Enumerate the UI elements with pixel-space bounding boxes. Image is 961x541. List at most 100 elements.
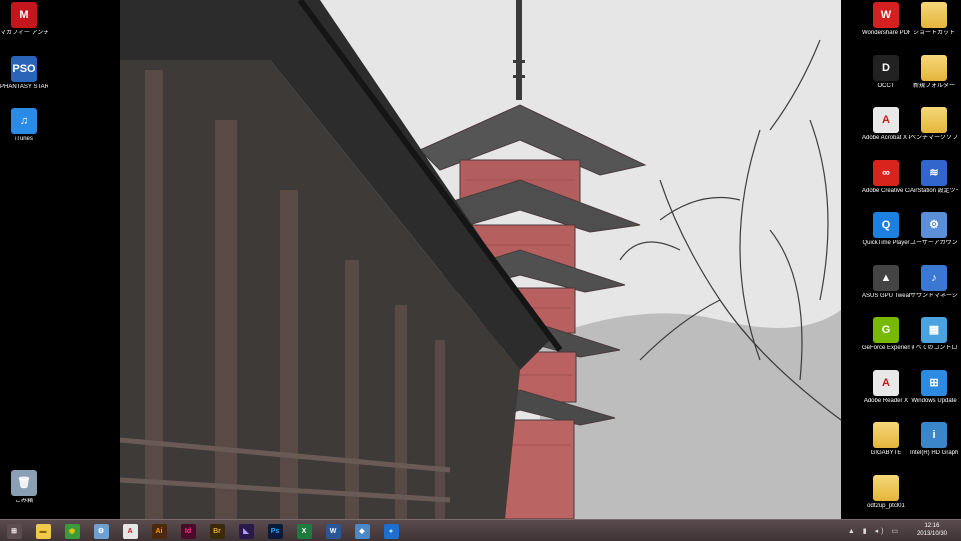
desktop-icon-label: ユーザーアカウント (910, 240, 958, 246)
control-panel-icon: ⚙ (93, 523, 109, 539)
desktop-windows-icon[interactable]: ⊞ Windows Update (910, 369, 958, 405)
desktop-icon-label: Adobe Acrobat X Pro (862, 135, 910, 141)
pso2-icon: PSO (11, 56, 37, 82)
desktop-occt-icon[interactable]: D OCCT (862, 54, 910, 90)
desktop-adobe-reader-icon[interactable]: A Adobe Reader X (862, 369, 910, 405)
itunes-icon: ♫ (11, 108, 37, 134)
settings-app-icon[interactable]: ● (381, 522, 401, 540)
indesign-icon[interactable]: Id (178, 522, 198, 540)
desktop-icon-label: PHANTASY STAR ONLINE 2 (0, 84, 48, 90)
acrobat-icon[interactable]: A (120, 522, 140, 540)
desktop-itunes-icon[interactable]: ♫ iTunes (0, 108, 48, 143)
desktop-user-settings-icon[interactable]: ⚙ ユーザーアカウント (910, 212, 958, 247)
desktop-icon-label: Wondershare PDFパスワード解除 (862, 30, 910, 36)
occt-icon: D (873, 54, 899, 81)
creative-cloud-icon: ∞ (873, 159, 899, 186)
folder-icon (921, 54, 947, 81)
taskbar: ⊞ ▬ ◉ ⚙ A Ai Id Br ◣ Ps X W ◆ ● ▲ ▮ ◂) ▭ 12:16 2013/1… (0, 519, 961, 541)
desktop-icon-label: ベンチマークソフト (910, 135, 958, 141)
desktop-icon-label: Intel(R) HD Graphics Control (910, 450, 958, 456)
folder-icon (921, 107, 947, 133)
desktop-icon-label: OCCT (877, 82, 895, 89)
desktop-icon-label: Adobe Creative Cloud (862, 187, 910, 194)
start-button[interactable]: ⊞ (4, 522, 24, 540)
desktop-mcafee-icon[interactable]: M マカフィー アンチウイルス プラス (0, 2, 48, 37)
desktop-folder-icon[interactable]: 新規フォルダー (910, 54, 958, 90)
asus-gpu-tweak-icon: ▲ (873, 264, 899, 291)
desktop-quicktime-icon[interactable]: Q QuickTime Player (862, 212, 910, 247)
desktop-icon-label: Windows Update (911, 397, 957, 404)
indesign-icon: Id (180, 523, 196, 539)
wondershare-icon: W (873, 2, 899, 28)
illustrator-icon[interactable]: Ai (149, 522, 169, 540)
desktop-icon-label: iTunes (15, 136, 33, 142)
file-explorer-icon: ▬ (35, 523, 51, 539)
user-settings-icon: ⚙ (921, 212, 947, 238)
desktop-icon-label: マカフィー アンチウイルス プラス (0, 30, 48, 36)
folder-icon (921, 2, 947, 28)
illustrator-icon: Ai (151, 523, 167, 539)
file-explorer-icon[interactable]: ▬ (33, 522, 53, 540)
desktop-folder-icon[interactable]: ベンチマークソフト (910, 107, 958, 142)
control-panel-icon[interactable]: ⚙ (91, 522, 111, 540)
desktop-icon-label: 新規フォルダー (912, 82, 955, 89)
settings-app-icon: ● (383, 523, 399, 539)
desktop: M マカフィー アンチウイルス プラス PSO PHANTASY STAR ONLIN… (0, 0, 961, 541)
desktop-intel-hd-icon[interactable]: i Intel(R) HD Graphics Control (910, 422, 958, 457)
desktop-icon-label: GeForce Experience (862, 345, 910, 351)
desktop-folder-icon[interactable]: ショートカット (910, 2, 958, 37)
desktop-wondershare-icon[interactable]: W Wondershare PDFパスワード解除 (862, 2, 910, 37)
bridge-icon: Br (209, 523, 225, 539)
desktop-icon-label: odt2up_ptcl01 (867, 502, 905, 509)
desktop-control-panel-icon[interactable]: ▦ すべてのコントロール パネル項目 (910, 317, 958, 352)
acrobat-icon: A (122, 523, 138, 539)
desktop-icon-label: ごみ箱 (14, 498, 33, 504)
wallpaper-image (120, 0, 841, 519)
sound-manager-icon: ♪ (921, 264, 947, 291)
desktop-acrobat-icon[interactable]: A Adobe Acrobat X Pro (862, 107, 910, 142)
clock-date: 2013/10/30 (916, 531, 947, 537)
bridge-icon[interactable]: Br (207, 522, 227, 540)
chrome-icon: ◉ (64, 523, 80, 539)
desktop-icon-label: ショートカット (912, 30, 955, 36)
desktop-icon-label: サウンドマネージャ (910, 292, 958, 299)
premiere-icon: ◣ (238, 523, 254, 539)
desktop-sound-manager-icon[interactable]: ♪サウンドマネージャ (910, 264, 958, 300)
desktop-icon-label: すべてのコントロール パネル項目 (910, 345, 958, 351)
desktop-geforce-icon[interactable]: G GeForce Experience (862, 317, 910, 352)
geforce-icon: G (873, 317, 899, 343)
wallpaper-pagoda-scene (120, 0, 841, 519)
mcafee-icon: M (11, 2, 37, 28)
desktop-airstation-icon[interactable]: ≋AirStation 設定ツール (910, 159, 958, 195)
remote-desktop-icon[interactable]: ◆ (352, 522, 372, 540)
quicktime-icon: Q (873, 212, 899, 238)
desktop-folder-icon[interactable]: GIGABYTE (862, 422, 910, 457)
premiere-icon[interactable]: ◣ (236, 522, 256, 540)
desktop-icon-label: QuickTime Player (862, 240, 910, 246)
desktop-asus-gpu-tweak-icon[interactable]: ▲ ASUS GPU Tweak (862, 264, 910, 300)
excel-icon[interactable]: X (294, 522, 314, 540)
clock-time: 12:16 (924, 523, 940, 529)
control-panel-icon: ▦ (921, 317, 947, 343)
photoshop-icon[interactable]: Ps (265, 522, 285, 540)
desktop-icon-label: AirStation 設定ツール (910, 187, 958, 194)
system-tray[interactable]: ▲ ▮ ◂) ▭ (848, 527, 901, 535)
start-icon: ⊞ (6, 523, 22, 539)
desktop-recycle-bin-icon[interactable]: 🗑 ごみ箱 (0, 470, 48, 505)
airstation-icon: ≋ (921, 159, 947, 186)
recycle-bin-icon: 🗑 (11, 470, 37, 496)
desktop-icon-label: Adobe Reader X (863, 397, 909, 404)
desktop-creative-cloud-icon[interactable]: ∞Adobe Creative Cloud (862, 159, 910, 195)
photoshop-icon: Ps (267, 523, 283, 539)
remote-desktop-icon: ◆ (354, 523, 370, 539)
intel-hd-icon: i (921, 422, 947, 448)
folder-icon (873, 422, 899, 448)
desktop-icon-label: ASUS GPU Tweak (862, 292, 910, 299)
chrome-icon[interactable]: ◉ (62, 522, 82, 540)
desktop-folder-icon[interactable]: odt2up_ptcl01 (862, 474, 910, 510)
desktop-pso2-icon[interactable]: PSO PHANTASY STAR ONLINE 2 (0, 56, 48, 91)
clock[interactable]: 12:16 2013/10/30 (917, 522, 947, 538)
desktop-icon-label: GIGABYTE (870, 450, 902, 456)
word-icon[interactable]: W (323, 522, 343, 540)
excel-icon: X (296, 523, 312, 539)
